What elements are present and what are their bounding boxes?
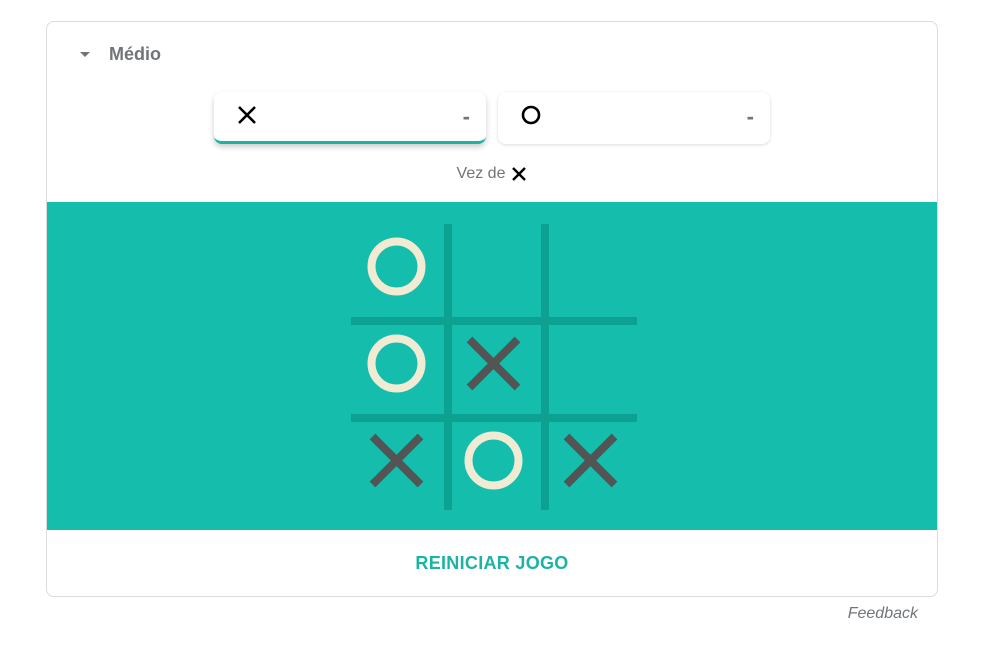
difficulty-dropdown[interactable]: Médio: [80, 44, 161, 65]
dropdown-triangle-icon: [80, 52, 90, 57]
turn-indicator: Vez de: [47, 165, 937, 183]
board-cell[interactable]: [545, 224, 638, 317]
feedback-link[interactable]: Feedback: [848, 605, 918, 623]
player-x-score-card[interactable]: -: [214, 92, 486, 144]
game-board[interactable]: [47, 202, 938, 530]
tictactoe-card: Médio - - Vez de REINICIAR JOGO: [46, 21, 938, 597]
board-cell[interactable]: [545, 321, 638, 414]
player-x-score: -: [462, 104, 470, 129]
restart-game-button[interactable]: REINICIAR JOGO: [47, 530, 937, 596]
player-o-score: -: [746, 104, 754, 129]
game-board-area: [47, 202, 938, 530]
o-symbol-icon: [521, 105, 541, 125]
difficulty-label: Médio: [109, 44, 161, 64]
x-symbol-icon: [238, 106, 256, 124]
turn-label: Vez de: [456, 165, 506, 182]
turn-x-icon: [512, 167, 527, 181]
board-cell[interactable]: [448, 224, 541, 317]
player-o-score-card[interactable]: -: [498, 92, 770, 144]
